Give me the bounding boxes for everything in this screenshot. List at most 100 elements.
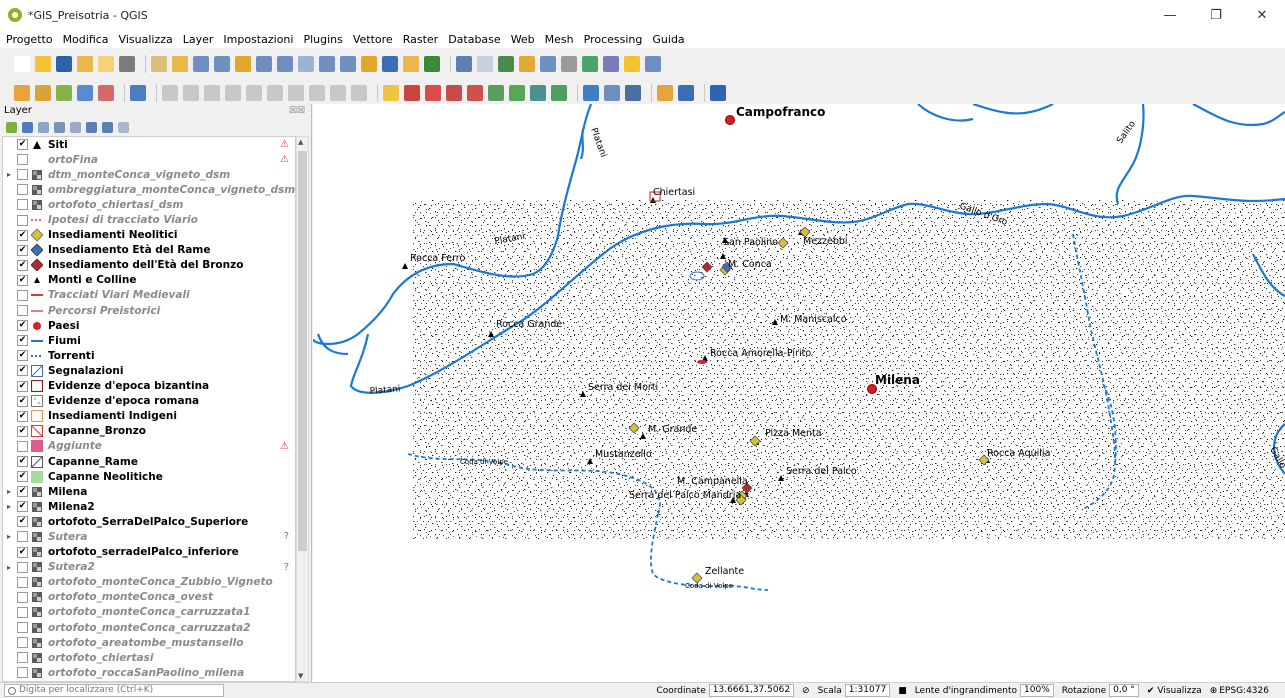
manage-themes-icon[interactable] bbox=[38, 121, 49, 133]
undefined-tool-33-icon[interactable] bbox=[657, 85, 673, 101]
layer-row[interactable]: ✔ Segnalazioni bbox=[3, 363, 295, 378]
layer-row[interactable]: Tracciati Viari Medievali bbox=[3, 288, 295, 303]
undefined-tool-23-icon[interactable] bbox=[477, 56, 493, 72]
close-button[interactable]: ✕ bbox=[1239, 0, 1285, 30]
undefined-tool-11-icon[interactable] bbox=[225, 85, 241, 101]
layer-visibility-checkbox[interactable] bbox=[17, 652, 28, 664]
undefined-tool-17-icon[interactable] bbox=[361, 56, 377, 72]
layer-row[interactable]: ortofoto_chiertasi_dsm bbox=[3, 197, 295, 212]
layer-row[interactable]: ortoFina ⚠ bbox=[3, 152, 295, 167]
menu-item-database[interactable]: Database bbox=[448, 33, 501, 46]
undefined-tool-17-icon[interactable] bbox=[351, 85, 367, 101]
undefined-tool-10-icon[interactable] bbox=[214, 56, 230, 72]
filter-expression-icon[interactable] bbox=[70, 121, 81, 133]
layer-row[interactable]: ▸ ✔ Milena2 bbox=[3, 499, 295, 514]
layer-visibility-checkbox[interactable]: ✔ bbox=[17, 425, 28, 437]
expand-all-icon[interactable] bbox=[86, 121, 97, 133]
undefined-tool-16-icon[interactable] bbox=[340, 56, 356, 72]
layer-visibility-checkbox[interactable]: ✔ bbox=[17, 365, 28, 377]
maximize-button[interactable]: ❐ bbox=[1193, 0, 1239, 30]
undefined-tool-24-icon[interactable] bbox=[488, 85, 504, 101]
menu-item-visualizza[interactable]: Visualizza bbox=[119, 33, 173, 46]
undefined-tool-8-icon[interactable] bbox=[172, 56, 188, 72]
undefined-tool-27-icon[interactable] bbox=[551, 85, 567, 101]
undefined-tool-26-icon[interactable] bbox=[530, 85, 546, 101]
expand-arrow-icon[interactable]: ▸ bbox=[3, 487, 15, 496]
layer-row[interactable]: ✔ Insediamenti Neolitici bbox=[3, 228, 295, 243]
undefined-tool-18-icon[interactable] bbox=[382, 56, 398, 72]
menu-item-guida[interactable]: Guida bbox=[652, 33, 684, 46]
layer-visibility-checkbox[interactable]: ✔ bbox=[17, 320, 28, 332]
layer-row[interactable]: Aggiunte ⚠ bbox=[3, 439, 295, 454]
undefined-tool-27-icon[interactable] bbox=[561, 56, 577, 72]
undefined-tool-36-icon[interactable] bbox=[710, 85, 726, 101]
layer-visibility-checkbox[interactable]: ✔ bbox=[17, 516, 28, 528]
layer-visibility-checkbox[interactable] bbox=[17, 440, 28, 452]
undefined-tool-9-icon[interactable] bbox=[183, 85, 199, 101]
menu-item-layer[interactable]: Layer bbox=[183, 33, 214, 46]
undefined-tool-3-icon[interactable] bbox=[77, 56, 93, 72]
undefined-tool-9-icon[interactable] bbox=[193, 56, 209, 72]
undefined-tool-10-icon[interactable] bbox=[204, 85, 220, 101]
unknown-crs-icon[interactable]: ? bbox=[284, 562, 289, 573]
menu-item-plugins[interactable]: Plugins bbox=[303, 33, 342, 46]
layer-visibility-checkbox[interactable] bbox=[17, 561, 28, 573]
collapse-all-icon[interactable] bbox=[102, 121, 113, 133]
crs-globe-icon[interactable]: ⊕ bbox=[1210, 686, 1218, 696]
layer-row[interactable]: ✔ Fiumi bbox=[3, 333, 295, 348]
scrollbar-thumb[interactable] bbox=[298, 151, 307, 551]
locator-search-input[interactable]: Digita per localizzare (Ctrl+K) bbox=[4, 684, 224, 697]
map-svg[interactable]: Campofranco Milena Chiertasi San Paolino Mez… bbox=[313, 104, 1285, 682]
minimize-button[interactable]: — bbox=[1147, 0, 1193, 30]
layer-visibility-checkbox[interactable] bbox=[17, 637, 28, 649]
layer-visibility-checkbox[interactable] bbox=[17, 531, 28, 543]
layer-visibility-checkbox[interactable]: ✔ bbox=[17, 244, 28, 256]
layer-row[interactable]: ✔ Insediamento Età del Rame bbox=[3, 243, 295, 258]
layer-row[interactable]: ▸ dtm_monteConca_vigneto_dsm bbox=[3, 167, 295, 182]
menu-item-web[interactable]: Web bbox=[511, 33, 535, 46]
open-styling-icon[interactable] bbox=[6, 121, 17, 133]
undefined-tool-0-icon[interactable] bbox=[14, 85, 30, 101]
layer-visibility-checkbox[interactable]: ✔ bbox=[17, 139, 28, 151]
layer-row[interactable]: ortofoto_areatombe_mustansello bbox=[3, 635, 295, 650]
bronze-hut-polygon[interactable] bbox=[697, 360, 707, 364]
site-triangle[interactable] bbox=[402, 263, 408, 269]
layer-visibility-checkbox[interactable]: ✔ bbox=[17, 259, 28, 271]
menu-item-mesh[interactable]: Mesh bbox=[545, 33, 574, 46]
undefined-tool-20-icon[interactable] bbox=[424, 56, 440, 72]
panel-float-close-icon[interactable]: ☒☒ bbox=[289, 104, 305, 118]
rotation-field[interactable]: 0,0 ° bbox=[1109, 684, 1139, 697]
layer-row[interactable]: ✔ ortofoto_serradelPalco_inferiore bbox=[3, 545, 295, 560]
coordinate-field[interactable]: 13.6661,37.5062 bbox=[708, 684, 795, 697]
layer-row[interactable]: ✔ Monti e Colline bbox=[3, 273, 295, 288]
undefined-tool-1-icon[interactable] bbox=[35, 56, 51, 72]
layer-visibility-checkbox[interactable]: ✔ bbox=[17, 395, 28, 407]
layer-visibility-checkbox[interactable] bbox=[17, 154, 28, 166]
layer-tree-scrollbar[interactable]: ▲ ▼ bbox=[296, 136, 309, 682]
menu-item-impostazioni[interactable]: Impostazioni bbox=[223, 33, 293, 46]
undefined-tool-24-icon[interactable] bbox=[498, 56, 514, 72]
undefined-tool-29-icon[interactable] bbox=[583, 85, 599, 101]
warning-icon[interactable]: ⚠ bbox=[280, 441, 289, 452]
undefined-tool-5-icon[interactable] bbox=[119, 56, 135, 72]
undefined-tool-4-icon[interactable] bbox=[98, 85, 114, 101]
lock-icon[interactable]: ■ bbox=[898, 686, 907, 696]
layer-visibility-checkbox[interactable]: ✔ bbox=[17, 274, 28, 286]
expand-arrow-icon[interactable]: ▸ bbox=[3, 502, 15, 511]
undefined-tool-0-icon[interactable] bbox=[14, 56, 30, 72]
layer-row[interactable]: Percorsi Preistorici bbox=[3, 303, 295, 318]
undefined-tool-7-icon[interactable] bbox=[151, 56, 167, 72]
undefined-tool-31-icon[interactable] bbox=[625, 85, 641, 101]
warning-icon[interactable]: ⚠ bbox=[280, 154, 289, 165]
undefined-tool-13-icon[interactable] bbox=[267, 85, 283, 101]
undefined-tool-21-icon[interactable] bbox=[425, 85, 441, 101]
undefined-tool-12-icon[interactable] bbox=[256, 56, 272, 72]
map-canvas[interactable]: Campofranco Milena Chiertasi San Paolino Mez… bbox=[313, 104, 1285, 682]
undefined-tool-6-icon[interactable] bbox=[130, 85, 146, 101]
layer-visibility-checkbox[interactable]: ✔ bbox=[17, 335, 28, 347]
layer-row[interactable]: ortofoto_roccaSanPaolino_milena bbox=[3, 665, 295, 680]
undefined-tool-11-icon[interactable] bbox=[235, 56, 251, 72]
layer-row[interactable]: ✔ Evidenze d'epoca romana bbox=[3, 394, 295, 409]
layer-row[interactable]: ortofoto_monteConca_carruzzata2 bbox=[3, 620, 295, 635]
layer-row[interactable]: ✔ Capanne Neolitiche bbox=[3, 469, 295, 484]
